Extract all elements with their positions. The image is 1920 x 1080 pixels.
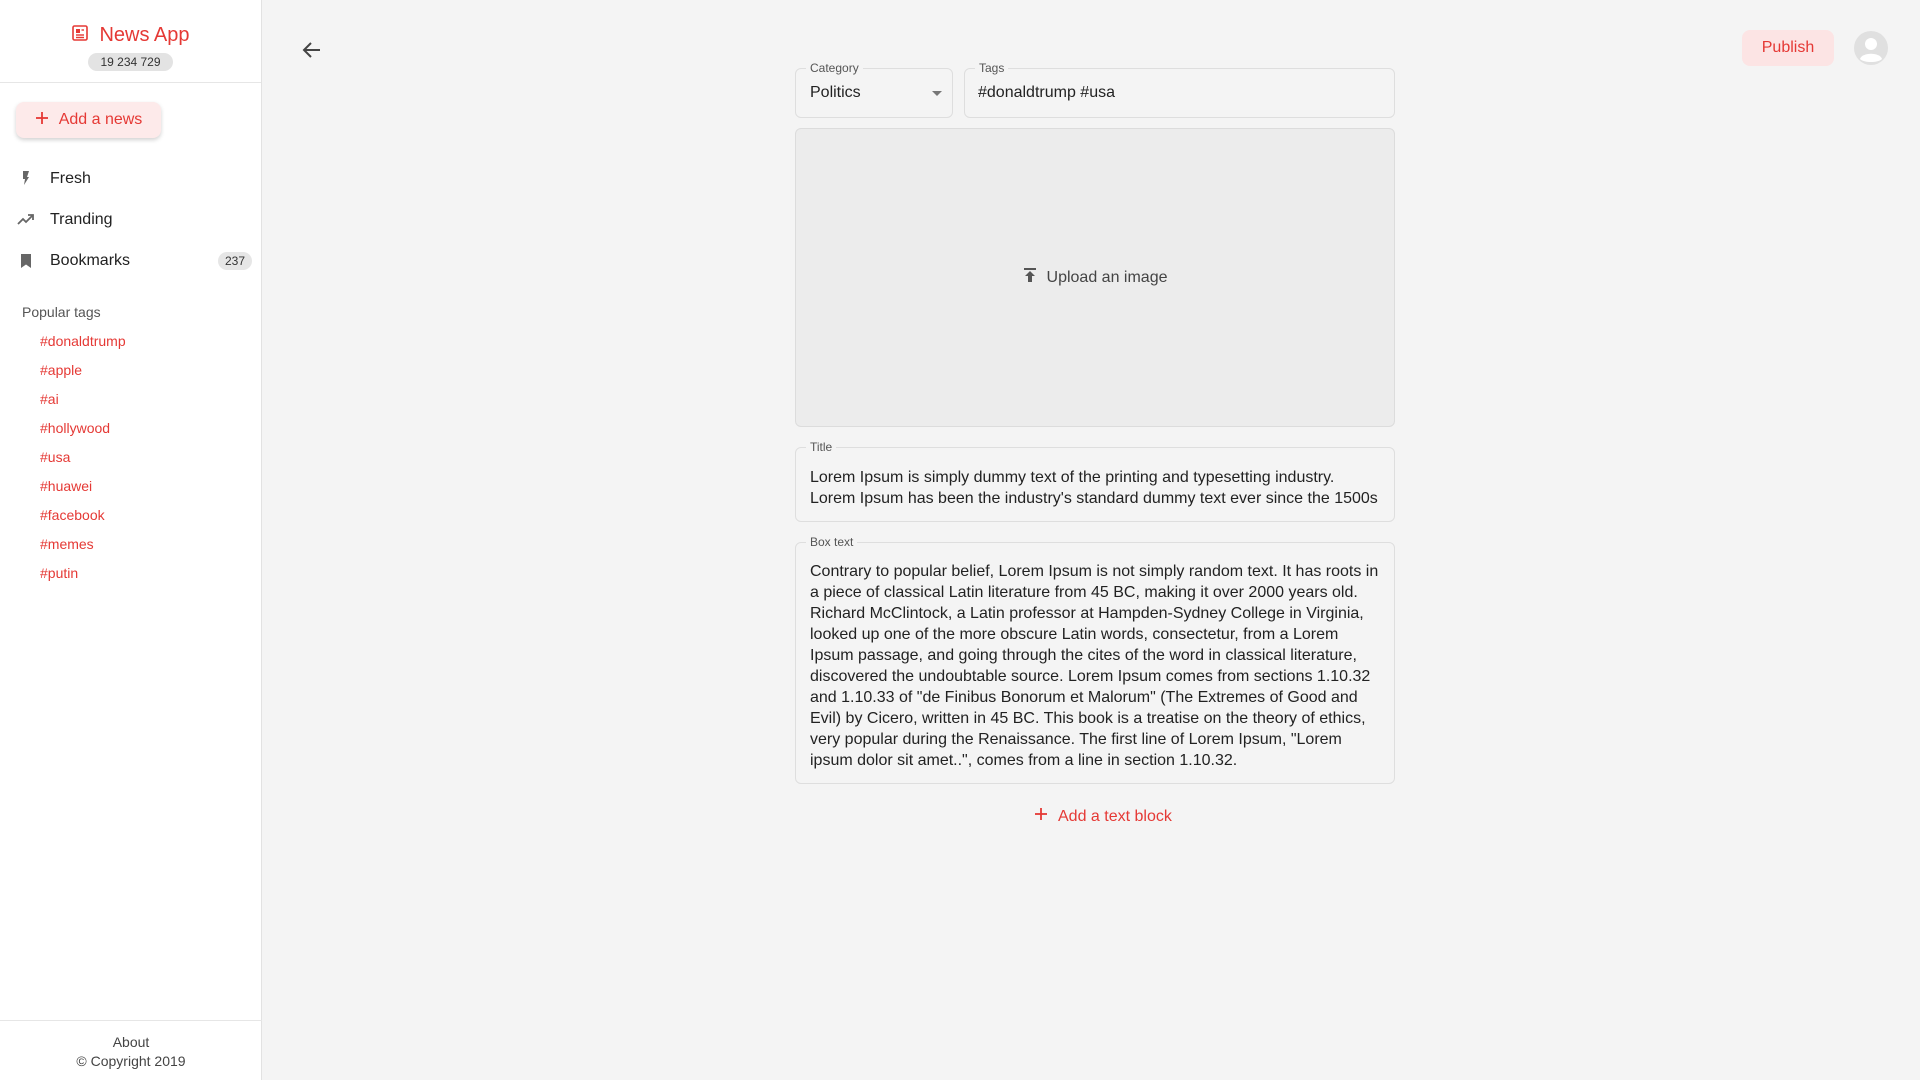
sidebar-item-bookmarks[interactable]: Bookmarks 237 — [0, 241, 262, 281]
brand: News App 19 234 729 — [0, 0, 261, 83]
tag-link[interactable]: #usa — [40, 449, 70, 465]
lightning-icon — [17, 170, 35, 188]
add-news-label: Add a news — [58, 111, 143, 128]
title-value: Lorem Ipsum is simply dummy text of the … — [810, 469, 1378, 507]
plus-icon — [35, 111, 49, 130]
box-text-label: Box text — [806, 535, 858, 549]
tags-input[interactable]: Tags #donaldtrump #usa — [964, 61, 1395, 118]
popular-tags-heading: Popular tags — [22, 304, 101, 320]
add-text-block-button[interactable]: Add a text block — [1034, 807, 1172, 826]
app-title: News App — [99, 24, 190, 46]
sidebar: News App 19 234 729 Add a news Fresh Tra… — [0, 0, 262, 1080]
sidebar-item-label: Bookmarks — [50, 252, 131, 269]
box-text-value: Contrary to popular belief, Lorem Ipsum … — [810, 563, 1379, 769]
trending-up-icon — [17, 211, 35, 229]
box-text-field[interactable]: Box text Contrary to popular belief, Lor… — [795, 535, 1395, 784]
tag-link[interactable]: #apple — [40, 362, 82, 378]
sidebar-item-label: Tranding — [50, 211, 113, 228]
category-select[interactable]: Category Politics — [795, 61, 953, 118]
bookmark-icon — [17, 252, 35, 270]
newspaper-icon — [71, 24, 89, 47]
upload-icon — [1023, 267, 1037, 288]
chevron-down-icon — [932, 91, 942, 96]
upload-label: Upload an image — [1046, 268, 1168, 286]
plus-icon — [1034, 807, 1048, 826]
add-news-button[interactable]: Add a news — [16, 102, 161, 138]
image-upload-area[interactable]: Upload an image — [795, 128, 1395, 427]
category-label: Category — [806, 61, 863, 75]
category-value: Politics — [810, 84, 861, 101]
tag-link[interactable]: #ai — [40, 391, 59, 407]
tag-link[interactable]: #huawei — [40, 478, 92, 494]
about-link[interactable]: About — [0, 1033, 262, 1052]
tags-label: Tags — [975, 61, 1009, 75]
sidebar-item-fresh[interactable]: Fresh — [0, 159, 262, 199]
brand-row[interactable]: News App — [71, 24, 190, 47]
app-count-badge: 19 234 729 — [88, 53, 173, 71]
sidebar-footer: About © Copyright 2019 — [0, 1020, 262, 1080]
arrow-left-icon — [300, 42, 324, 66]
sidebar-item-label: Fresh — [50, 170, 91, 187]
tag-link[interactable]: #donaldtrump — [40, 333, 126, 349]
sidebar-item-tranding[interactable]: Tranding — [0, 200, 262, 240]
back-button[interactable] — [300, 38, 332, 66]
title-label: Title — [806, 440, 837, 454]
tag-link[interactable]: #memes — [40, 536, 94, 552]
title-field[interactable]: Title Lorem Ipsum is simply dummy text o… — [795, 440, 1395, 522]
copyright-text: © Copyright 2019 — [76, 1053, 186, 1069]
tags-value: #donaldtrump #usa — [978, 84, 1115, 101]
tag-link[interactable]: #hollywood — [40, 420, 110, 436]
tag-link[interactable]: #putin — [40, 565, 78, 581]
publish-button[interactable]: Publish — [1742, 30, 1834, 66]
add-text-block-label: Add a text block — [1058, 807, 1172, 825]
tag-link[interactable]: #facebook — [40, 507, 105, 523]
avatar[interactable] — [1853, 30, 1889, 66]
bookmarks-count-badge: 237 — [217, 252, 252, 270]
user-icon — [1853, 31, 1889, 70]
